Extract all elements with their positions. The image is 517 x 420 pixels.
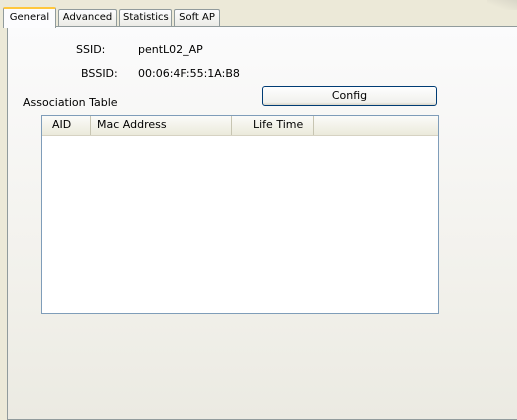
association-table[interactable]: AID Mac Address Life Time xyxy=(41,115,439,314)
window-corner xyxy=(487,0,517,10)
config-button[interactable]: Config xyxy=(262,86,437,106)
ssid-label: SSID: xyxy=(76,43,106,56)
tab-soft-ap[interactable]: Soft AP xyxy=(174,9,220,26)
ssid-value: pentL02_AP xyxy=(138,43,203,56)
tab-statistics[interactable]: Statistics xyxy=(119,9,172,26)
association-table-title: Association Table xyxy=(23,96,118,109)
column-header-life-time[interactable]: Life Time xyxy=(232,116,314,135)
tab-general[interactable]: General xyxy=(3,7,56,28)
bssid-label: BSSID: xyxy=(81,67,118,80)
column-header-mac-address[interactable]: Mac Address xyxy=(91,116,232,135)
association-table-header: AID Mac Address Life Time xyxy=(42,116,438,136)
tab-advanced[interactable]: Advanced xyxy=(58,9,117,26)
column-header-aid[interactable]: AID xyxy=(42,116,91,135)
general-panel: SSID: pentL02_AP BSSID: 00:06:4F:55:1A:B… xyxy=(7,26,517,420)
bssid-value: 00:06:4F:55:1A:B8 xyxy=(138,67,240,80)
